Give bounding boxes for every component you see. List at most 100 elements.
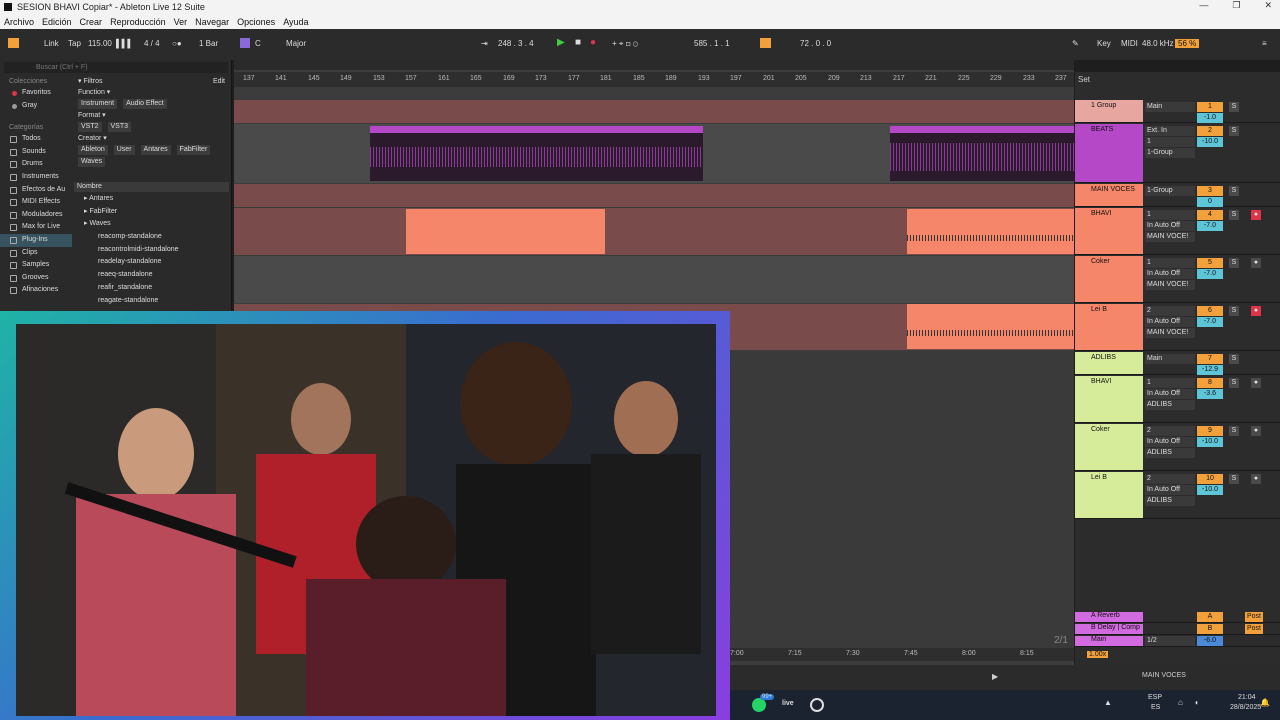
menu-item-archivo[interactable]: Archivo [4,17,34,27]
track-channel[interactable]: 1 [1145,210,1195,220]
filter-chip-vst2[interactable]: VST2 [78,122,102,132]
plugin-item[interactable]: reacontrolmidi-standalone [74,244,229,257]
filter-chip-instrument[interactable]: Instrument [78,99,118,109]
arm-button[interactable]: ● [1251,378,1261,388]
track-name[interactable]: ADLIBS [1075,352,1143,374]
keyboard-layout[interactable]: ES [1151,704,1160,711]
track-channel[interactable]: 1 [1145,137,1195,147]
arm-button[interactable]: ● [1251,474,1261,484]
beat-time-ruler[interactable]: 137 141 145 149 153 157 161 165 169 173 … [234,72,1074,87]
app-icon[interactable] [810,698,824,712]
track-volume[interactable]: -7.0 [1197,317,1223,327]
mixer-track[interactable]: BEATS Ext. In 1 1-Group 2 -10.0 S [1075,124,1280,183]
track-name[interactable]: BEATS [1075,124,1143,182]
category-midi-effects[interactable]: MIDI Effects [0,196,72,209]
close-button[interactable]: ✕ [1264,0,1272,11]
collection-favoritos[interactable]: Favoritos [0,87,72,100]
return-track[interactable]: A Reverb A Post [1075,612,1280,623]
folder-waves[interactable]: ▸ Waves [74,218,229,231]
track-volume[interactable]: -7.0 [1197,221,1223,231]
solo-button[interactable]: S [1229,126,1239,136]
audio-clip[interactable]: 3-1- Together 115bpm bm prod. Lei B [890,126,1074,181]
filters-header[interactable]: ▾ Filtros Edit [74,76,229,87]
category-samples[interactable]: Samples [0,259,72,272]
stop-button[interactable]: ■ [575,37,581,48]
solo-button[interactable]: S [1229,210,1239,220]
language-indicator[interactable]: ESP [1148,694,1162,701]
track-channel[interactable]: 2 [1145,426,1195,436]
monitor-switch[interactable]: In Auto Off [1145,221,1195,231]
track-output[interactable]: MAIN VOCE! [1145,328,1195,338]
track-number[interactable]: 8 [1197,378,1223,388]
track-name[interactable]: BHAVI [1075,376,1143,422]
category-drums[interactable]: Drums [0,158,72,171]
arm-button[interactable]: ● [1251,210,1261,220]
monitor-switch[interactable]: In Auto Off [1145,317,1195,327]
arrangement-position[interactable]: 248 . 3 . 4 [498,39,534,48]
menu-item-ayuda[interactable]: Ayuda [283,17,308,27]
return-letter[interactable]: A [1197,612,1223,622]
category-instruments[interactable]: Instruments [0,171,72,184]
clock-time[interactable]: 21:04 [1238,694,1256,701]
creator-filter-label[interactable]: Creator ▾ [74,133,229,144]
draw-mode-icon[interactable]: ✎ [1072,39,1079,48]
arm-button[interactable]: ● [1251,258,1261,268]
filter-chip-fabfilter[interactable]: FabFilter [176,145,211,155]
track-number[interactable]: 2 [1197,126,1223,136]
track-output[interactable]: ADLIBS [1145,400,1195,410]
filter-chip-waves[interactable]: Waves [78,157,106,167]
main-volume[interactable]: -6.0 [1197,636,1223,646]
solo-button[interactable]: S [1229,102,1239,112]
return-name[interactable]: A Reverb [1075,612,1143,622]
name-column-header[interactable]: Nombre [74,182,229,192]
filter-chip-audio-effect[interactable]: Audio Effect [123,99,167,109]
track-output[interactable]: Main [1145,354,1195,364]
overdub-icon[interactable]: + ⌖ ⊡ ⊙ [612,39,638,49]
return-name[interactable]: B Delay | Comp [1075,624,1143,634]
category-audio-effects[interactable]: Efectos de Au [0,184,72,197]
loop-length-field[interactable]: 72 . 0 . 0 [800,39,831,48]
function-filter-label[interactable]: Function ▾ [74,87,229,98]
track-output[interactable]: ADLIBS [1145,448,1195,458]
arm-button[interactable]: ● [1251,306,1261,316]
track-lane-coker[interactable] [234,256,1074,303]
whatsapp-icon[interactable] [752,698,766,712]
follow-icon[interactable]: ○● [172,39,182,48]
return-letter[interactable]: B [1197,624,1223,634]
track-output[interactable]: MAIN VOCE! [1145,280,1195,290]
audio-clip[interactable]: 3- SEXY BACK FREESTYLE 114bpm gm prod. L… [370,126,703,181]
tempo-field[interactable]: 115.00 [88,39,112,48]
track-volume[interactable]: -7.0 [1197,269,1223,279]
filters-edit-button[interactable]: Edit [213,76,225,87]
track-number[interactable]: 1 [1197,102,1223,112]
track-name[interactable]: Lei B [1075,304,1143,350]
track-volume[interactable]: -10.0 [1197,137,1223,147]
wifi-icon[interactable]: ⌂ [1178,698,1183,707]
track-number[interactable]: 6 [1197,306,1223,316]
play-button[interactable]: ▶ [557,37,565,48]
track-output[interactable]: ADLIBS [1145,496,1195,506]
audio-clip[interactable]: BHAVI 29 [907,209,1074,254]
track-number[interactable]: 10 [1197,474,1223,484]
track-lane-beats[interactable]: 3- SEXY BACK FREESTYLE 114bpm gm prod. L… [234,124,1074,183]
track-volume[interactable]: 0 [1197,197,1223,207]
menu-item-crear[interactable]: Crear [80,17,103,27]
mixer-track[interactable]: MAIN VOCES 1-Group 3 0 S [1075,184,1280,207]
track-output[interactable]: 1-Group [1145,186,1195,196]
chevron-up-icon[interactable]: ▲ [1104,698,1112,707]
filter-chip-user[interactable]: User [113,145,135,155]
clock-date[interactable]: 28/8/2025 [1230,704,1261,711]
folder-antares[interactable]: ▸ Antares [74,193,229,206]
solo-button[interactable]: S [1229,258,1239,268]
loop-start-field[interactable]: 585 . 1 . 1 [694,39,730,48]
browser-search-input[interactable]: Buscar (Ctrl + F) [4,62,228,73]
notifications-icon[interactable]: 🔔 [1260,698,1270,707]
ableton-live-icon[interactable]: live [782,700,794,707]
tap-button[interactable]: Tap [68,39,81,48]
filter-chip-vst3[interactable]: VST3 [107,122,132,132]
mixer-track[interactable]: Lei B 2 In Auto Off MAIN VOCE! 6 -7.0 S ● [1075,304,1280,351]
track-lane-main-voces[interactable] [234,184,1074,207]
post-button[interactable]: Post [1245,624,1263,634]
track-volume[interactable]: -1.0 [1197,113,1223,123]
plugin-item[interactable]: reacomp-standalone [74,231,229,244]
